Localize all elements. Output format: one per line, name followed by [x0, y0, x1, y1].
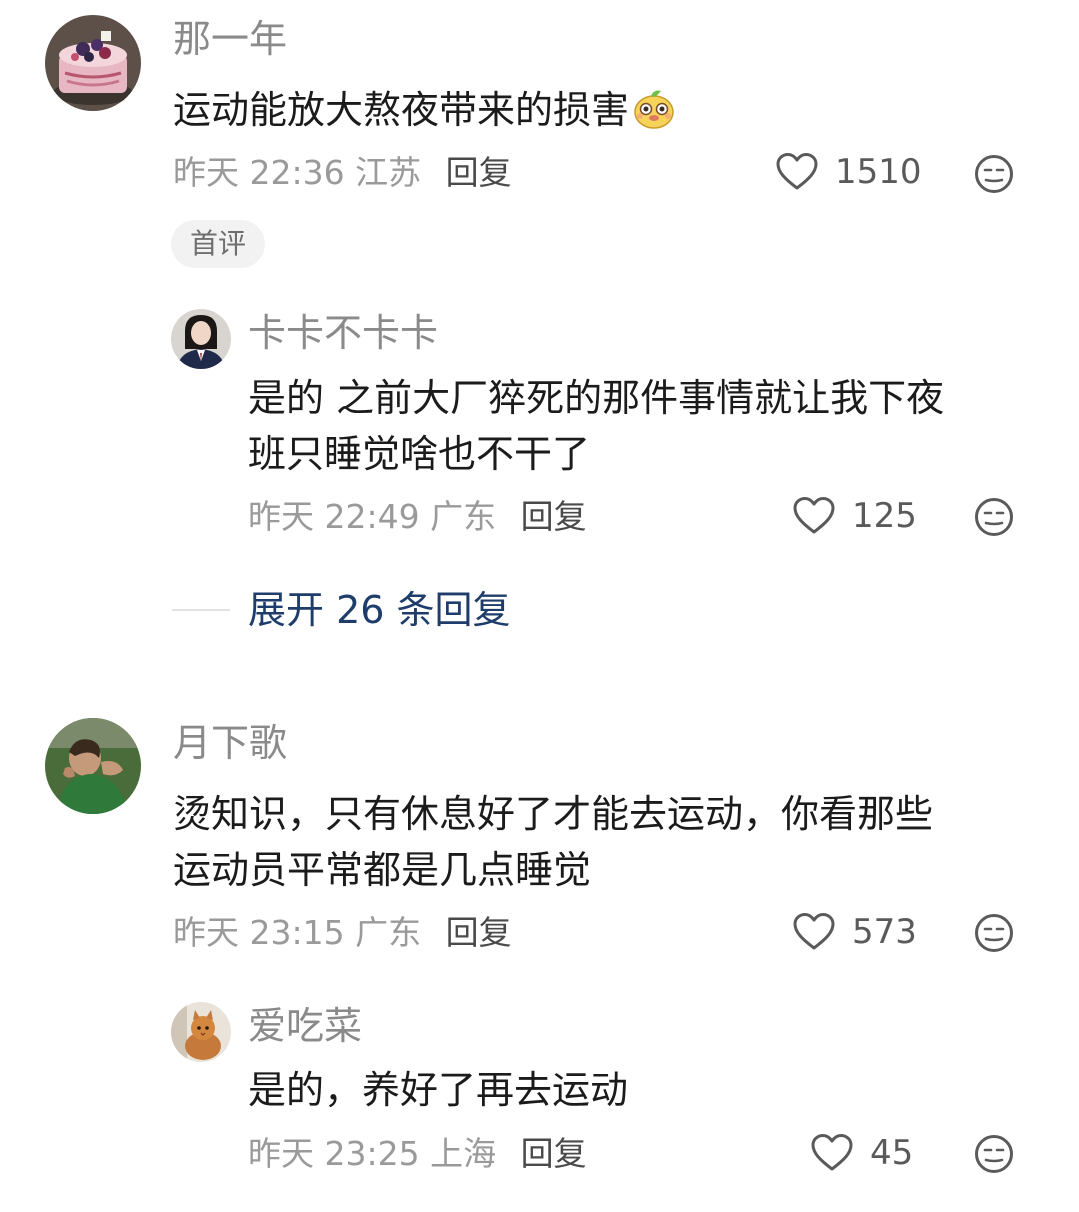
comment-time: 昨天 23:15	[173, 913, 345, 952]
reply-button[interactable]: 回复	[521, 497, 587, 536]
comment-text-line-1: 烫知识，只有休息好了才能去运动，你看那些	[173, 792, 934, 836]
comment-text-content: 运动能放大熬夜带来的损害	[173, 88, 630, 132]
comment-location: 广东	[355, 913, 422, 952]
neutral-face-icon[interactable]	[974, 497, 1014, 537]
avatar-aichicai[interactable]	[171, 1002, 231, 1062]
like-button[interactable]: 1510	[775, 152, 922, 192]
like-count: 125	[852, 496, 917, 536]
heart-outline-icon	[776, 153, 818, 190]
reply-meta: 昨天 22:49 广东 回复	[248, 500, 587, 533]
comment-time: 昨天 22:36	[173, 153, 345, 192]
expand-replies-button[interactable]: 展开 26 条回复	[248, 591, 511, 629]
neutral-face-icon[interactable]	[974, 1134, 1014, 1174]
reply-button[interactable]: 回复	[446, 153, 512, 192]
expand-divider	[172, 609, 230, 611]
comment-meta: 昨天 23:15 广东 回复	[173, 916, 512, 949]
like-count: 573	[852, 912, 917, 952]
neutral-face-icon[interactable]	[974, 154, 1014, 194]
like-count: 1510	[835, 152, 922, 192]
like-count: 45	[870, 1133, 914, 1173]
reply-button[interactable]: 回复	[446, 913, 512, 952]
heart-outline-icon	[793, 913, 835, 950]
reply-text-line-2: 班只睡觉啥也不干了	[248, 432, 591, 476]
like-button[interactable]: 573	[792, 912, 917, 952]
comment-location: 江苏	[355, 153, 422, 192]
username[interactable]: 月下歌	[173, 724, 287, 762]
reply-time: 昨天 22:49	[248, 497, 420, 536]
like-button[interactable]: 45	[810, 1133, 913, 1173]
avatar-kakabukaka[interactable]	[171, 309, 231, 369]
reply-text-line-1: 是的 之前大厂猝死的那件事情就让我下夜	[248, 376, 945, 420]
reply-time: 昨天 23:25	[248, 1134, 420, 1173]
first-comment-badge: 首评	[171, 220, 266, 268]
reply-text-line-1: 是的，养好了再去运动	[248, 1068, 629, 1112]
username[interactable]: 卡卡不卡卡	[248, 314, 438, 352]
username[interactable]: 爱吃菜	[248, 1007, 362, 1045]
reply-button[interactable]: 回复	[521, 1134, 587, 1173]
comment-text: 运动能放大熬夜带来的损害	[173, 82, 677, 138]
heart-outline-icon	[793, 497, 835, 534]
reply-location: 上海	[430, 1134, 497, 1173]
comment-text-line-2: 运动员平常都是几点睡觉	[173, 848, 592, 892]
username[interactable]: 那一年	[173, 20, 287, 58]
avatar-nayinian[interactable]	[45, 15, 141, 111]
comment-meta: 昨天 22:36 江苏 回复	[173, 156, 512, 189]
reply-meta: 昨天 23:25 上海 回复	[248, 1137, 587, 1170]
heart-outline-icon	[811, 1134, 853, 1171]
avatar-yuexiage[interactable]	[45, 718, 141, 814]
mango-face-emoji-icon	[631, 85, 677, 131]
neutral-face-icon[interactable]	[974, 913, 1014, 953]
like-button[interactable]: 125	[792, 496, 917, 536]
reply-location: 广东	[430, 497, 497, 536]
